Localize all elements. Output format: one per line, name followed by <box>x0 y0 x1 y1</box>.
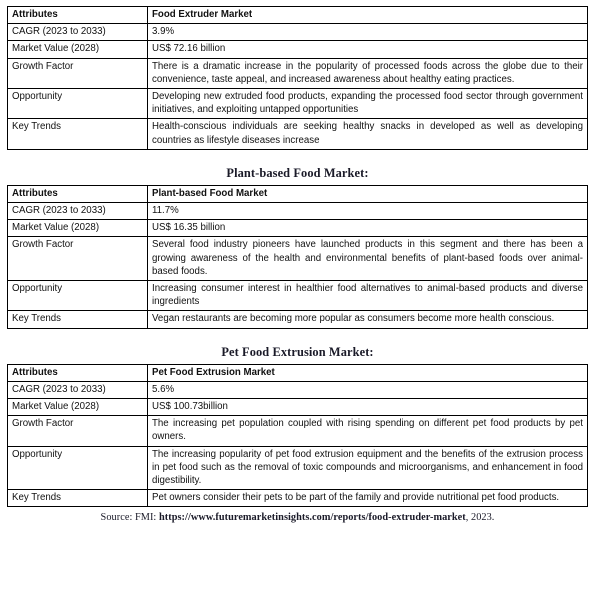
row-label-market-value: Market Value (2028) <box>7 398 148 417</box>
column-header-attributes: Attributes <box>7 5 148 25</box>
document-page: Attributes Food Extruder Market CAGR (20… <box>0 0 600 603</box>
row-value-market-value: US$ 16.35 billion <box>147 219 588 238</box>
table-row: Growth Factor Several food industry pion… <box>7 236 588 282</box>
column-header-market: Pet Food Extrusion Market <box>147 363 588 382</box>
table-row: Growth Factor The increasing pet populat… <box>7 415 588 447</box>
row-value-growth-factor: The increasing pet population coupled wi… <box>147 415 588 447</box>
row-value-market-value: US$ 100.73billion <box>147 398 588 417</box>
table-row: Market Value (2028) US$ 72.16 billion <box>7 40 588 59</box>
table-row: Opportunity The increasing popularity of… <box>7 445 588 491</box>
row-label-growth-factor: Growth Factor <box>7 57 148 90</box>
table-header-row: Attributes Plant-based Food Market <box>7 184 588 204</box>
row-label-growth-factor: Growth Factor <box>7 236 148 282</box>
row-label-key-trends: Key Trends <box>7 118 148 150</box>
row-label-market-value: Market Value (2028) <box>7 219 148 238</box>
source-prefix: Source: FMI: <box>100 512 159 524</box>
row-label-cagr: CAGR (2023 to 2033) <box>7 202 148 221</box>
row-value-opportunity: Developing new extruded food products, e… <box>147 88 588 120</box>
section-title-pet-food-extrusion: Pet Food Extrusion Market: <box>221 344 374 359</box>
row-value-growth-factor: There is a dramatic increase in the popu… <box>147 57 588 90</box>
market-table-pet-food-extrusion: Attributes Pet Food Extrusion Market CAG… <box>7 363 588 508</box>
table-row: CAGR (2023 to 2033) 11.7% <box>7 202 588 221</box>
column-header-market: Food Extruder Market <box>147 5 588 25</box>
source-url: https://www.futuremarketinsights.com/rep… <box>158 512 466 524</box>
row-label-opportunity: Opportunity <box>7 88 148 120</box>
row-value-opportunity: The increasing popularity of pet food ex… <box>147 445 588 491</box>
market-table-plant-based: Attributes Plant-based Food Market CAGR … <box>7 184 588 329</box>
row-value-cagr: 11.7% <box>147 202 588 221</box>
table-row: Market Value (2028) US$ 16.35 billion <box>7 219 588 238</box>
row-label-market-value: Market Value (2028) <box>7 40 148 59</box>
row-label-cagr: CAGR (2023 to 2033) <box>7 23 148 42</box>
table-row: Opportunity Increasing consumer interest… <box>7 280 588 312</box>
table-header-row: Attributes Pet Food Extrusion Market <box>7 363 588 382</box>
table-header-row: Attributes Food Extruder Market <box>7 5 588 25</box>
column-header-attributes: Attributes <box>7 363 148 382</box>
row-label-opportunity: Opportunity <box>7 445 148 491</box>
table-row: CAGR (2023 to 2033) 5.6% <box>7 380 588 400</box>
row-value-cagr: 5.6% <box>147 380 588 400</box>
source-citation: Source: FMI: https://www.futuremarketins… <box>7 507 588 523</box>
market-table-food-extruder: Attributes Food Extruder Market CAGR (20… <box>7 5 588 150</box>
section-title-plant-based: Plant-based Food Market: <box>226 165 369 180</box>
row-value-opportunity: Increasing consumer interest in healthie… <box>147 280 588 312</box>
row-label-key-trends: Key Trends <box>7 489 148 508</box>
row-label-growth-factor: Growth Factor <box>7 415 148 447</box>
table-spacer <box>7 329 588 340</box>
table-row: Key Trends Health-conscious individuals … <box>7 118 588 150</box>
row-value-key-trends: Health-conscious individuals are seeking… <box>147 118 588 150</box>
row-label-cagr: CAGR (2023 to 2033) <box>7 380 148 400</box>
source-suffix: , 2023. <box>465 512 495 524</box>
table-row: Key Trends Pet owners consider their pet… <box>7 489 588 508</box>
row-value-market-value: US$ 72.16 billion <box>147 40 588 59</box>
table-row: Growth Factor There is a dramatic increa… <box>7 57 588 90</box>
row-value-growth-factor: Several food industry pioneers have laun… <box>147 236 588 282</box>
row-value-cagr: 3.9% <box>147 23 588 42</box>
table-row: Opportunity Developing new extruded food… <box>7 88 588 120</box>
row-value-key-trends: Pet owners consider their pets to be par… <box>147 489 588 508</box>
table-spacer <box>7 150 588 161</box>
table-row: Market Value (2028) US$ 100.73billion <box>7 398 588 417</box>
column-header-market: Plant-based Food Market <box>147 184 588 204</box>
row-label-key-trends: Key Trends <box>7 310 148 329</box>
column-header-attributes: Attributes <box>7 184 148 204</box>
table-row: CAGR (2023 to 2033) 3.9% <box>7 23 588 42</box>
table-row: Key Trends Vegan restaurants are becomin… <box>7 310 588 329</box>
row-label-opportunity: Opportunity <box>7 280 148 312</box>
row-value-key-trends: Vegan restaurants are becoming more popu… <box>147 310 588 329</box>
